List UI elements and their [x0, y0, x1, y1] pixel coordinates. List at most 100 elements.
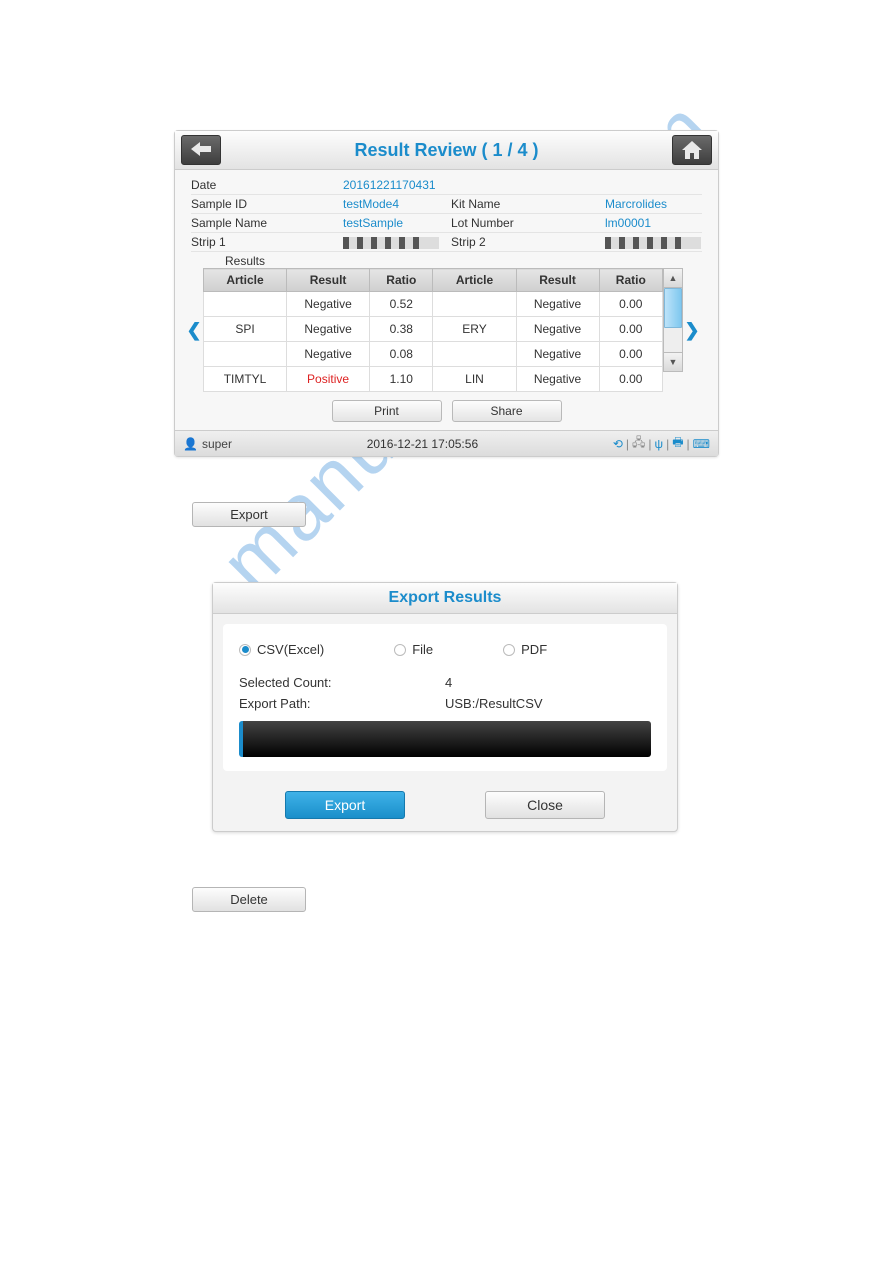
export-path-value: USB:/ResultCSV [445, 696, 543, 711]
cell: Negative [516, 367, 599, 392]
home-icon [682, 141, 702, 159]
col-result-2: Result [516, 269, 599, 292]
date-value: 20161221170431 [343, 178, 436, 192]
cell [204, 342, 287, 367]
sample-name-label: Sample Name [191, 216, 343, 230]
status-bar: 👤 super 2016-12-21 17:05:56 ⟲ | 🖧 | ψ | … [175, 430, 718, 456]
lot-number-label: Lot Number [451, 216, 605, 230]
chevron-left-icon: ❮ [186, 320, 201, 340]
sample-id-label: Sample ID [191, 197, 343, 211]
cell: TIMTYL [204, 367, 287, 392]
sep-icon: | [648, 437, 651, 451]
cell: Negative [287, 342, 370, 367]
cell: 0.00 [599, 342, 662, 367]
col-ratio-1: Ratio [370, 269, 433, 292]
cell: Negative [287, 317, 370, 342]
cell: 1.10 [370, 367, 433, 392]
chevron-down-icon: ▼ [669, 357, 678, 367]
lot-number-value: lm00001 [605, 216, 702, 230]
printer-icon: 🖶 [672, 433, 683, 454]
strip1-image [343, 237, 439, 249]
status-icons: ⟲ | 🖧 | ψ | 🖶 | ⌨ [613, 433, 710, 454]
col-article-2: Article [433, 269, 516, 292]
arrow-left-icon [191, 142, 211, 159]
radio-file-label: File [412, 642, 433, 657]
radio-csv[interactable]: CSV(Excel) [239, 642, 324, 657]
result-review-panel: Result Review ( 1 / 4 ) Date 20161221170… [174, 130, 719, 457]
print-button[interactable]: Print [332, 400, 442, 422]
keyboard-icon: ⌨ [693, 437, 710, 451]
cell: 0.08 [370, 342, 433, 367]
radio-pdf[interactable]: PDF [503, 642, 547, 657]
export-confirm-button[interactable]: Export [285, 791, 405, 819]
cell: Negative [287, 292, 370, 317]
table-row: Negative 0.08 Negative 0.00 [204, 342, 663, 367]
cell: 0.52 [370, 292, 433, 317]
cell [433, 342, 516, 367]
cell: 0.00 [599, 292, 662, 317]
delete-button[interactable]: Delete [192, 887, 306, 912]
col-article-1: Article [204, 269, 287, 292]
table-row: Negative 0.52 Negative 0.00 [204, 292, 663, 317]
status-user: super [202, 437, 232, 451]
kit-name-label: Kit Name [451, 197, 605, 211]
status-time: 2016-12-21 17:05:56 [367, 437, 478, 451]
results-label: Results [225, 254, 718, 268]
scroll-up-button[interactable]: ▲ [663, 268, 683, 288]
strip2-image [605, 237, 701, 249]
page-title: Result Review ( 1 / 4 ) [354, 140, 538, 161]
radio-icon [394, 644, 406, 656]
cell-positive: Positive [287, 367, 370, 392]
date-label: Date [191, 178, 343, 192]
metadata-block: Date 20161221170431 Sample ID testMode4 … [175, 176, 718, 252]
table-row: SPI Negative 0.38 ERY Negative 0.00 [204, 317, 663, 342]
scroll-track[interactable] [663, 288, 683, 352]
usb-icon: ψ [655, 437, 664, 451]
strip2-label: Strip 2 [451, 235, 605, 249]
radio-file[interactable]: File [394, 642, 433, 657]
network-icon: 🖧 [632, 433, 645, 454]
export-button[interactable]: Export [192, 502, 306, 527]
radio-icon [503, 644, 515, 656]
cell: 0.00 [599, 367, 662, 392]
cell: LIN [433, 367, 516, 392]
panel-header: Result Review ( 1 / 4 ) [175, 131, 718, 170]
radio-csv-label: CSV(Excel) [257, 642, 324, 657]
cell: 0.38 [370, 317, 433, 342]
back-button[interactable] [181, 135, 221, 165]
scroll-thumb[interactable] [664, 288, 682, 328]
cell: Negative [516, 342, 599, 367]
next-result-button[interactable]: ❯ [683, 320, 701, 341]
home-button[interactable] [672, 135, 712, 165]
sample-name-value: testSample [343, 216, 451, 230]
selected-count-value: 4 [445, 675, 452, 690]
selected-count-label: Selected Count: [239, 675, 445, 690]
cell: Negative [516, 317, 599, 342]
scroll-down-button[interactable]: ▼ [663, 352, 683, 372]
cell: Negative [516, 292, 599, 317]
sep-icon: | [687, 437, 690, 451]
sep-icon: | [626, 437, 629, 451]
radio-pdf-label: PDF [521, 642, 547, 657]
table-scrollbar[interactable]: ▲ ▼ [663, 268, 683, 372]
sync-icon: ⟲ [613, 437, 623, 451]
chevron-up-icon: ▲ [669, 273, 678, 283]
col-ratio-2: Ratio [599, 269, 662, 292]
export-results-dialog: Export Results CSV(Excel) File PDF [212, 582, 678, 832]
export-path-label: Export Path: [239, 696, 445, 711]
sep-icon: | [666, 437, 669, 451]
radio-icon [239, 644, 251, 656]
share-button[interactable]: Share [452, 400, 562, 422]
chevron-right-icon: ❯ [684, 320, 699, 340]
cell: ERY [433, 317, 516, 342]
strip1-label: Strip 1 [191, 235, 343, 249]
prev-result-button[interactable]: ❮ [185, 320, 203, 341]
cell: 0.00 [599, 317, 662, 342]
dialog-title: Export Results [213, 583, 677, 614]
sample-id-value: testMode4 [343, 197, 451, 211]
close-button[interactable]: Close [485, 791, 605, 819]
cell [433, 292, 516, 317]
col-result-1: Result [287, 269, 370, 292]
progress-bar [239, 721, 651, 757]
table-row: TIMTYL Positive 1.10 LIN Negative 0.00 [204, 367, 663, 392]
